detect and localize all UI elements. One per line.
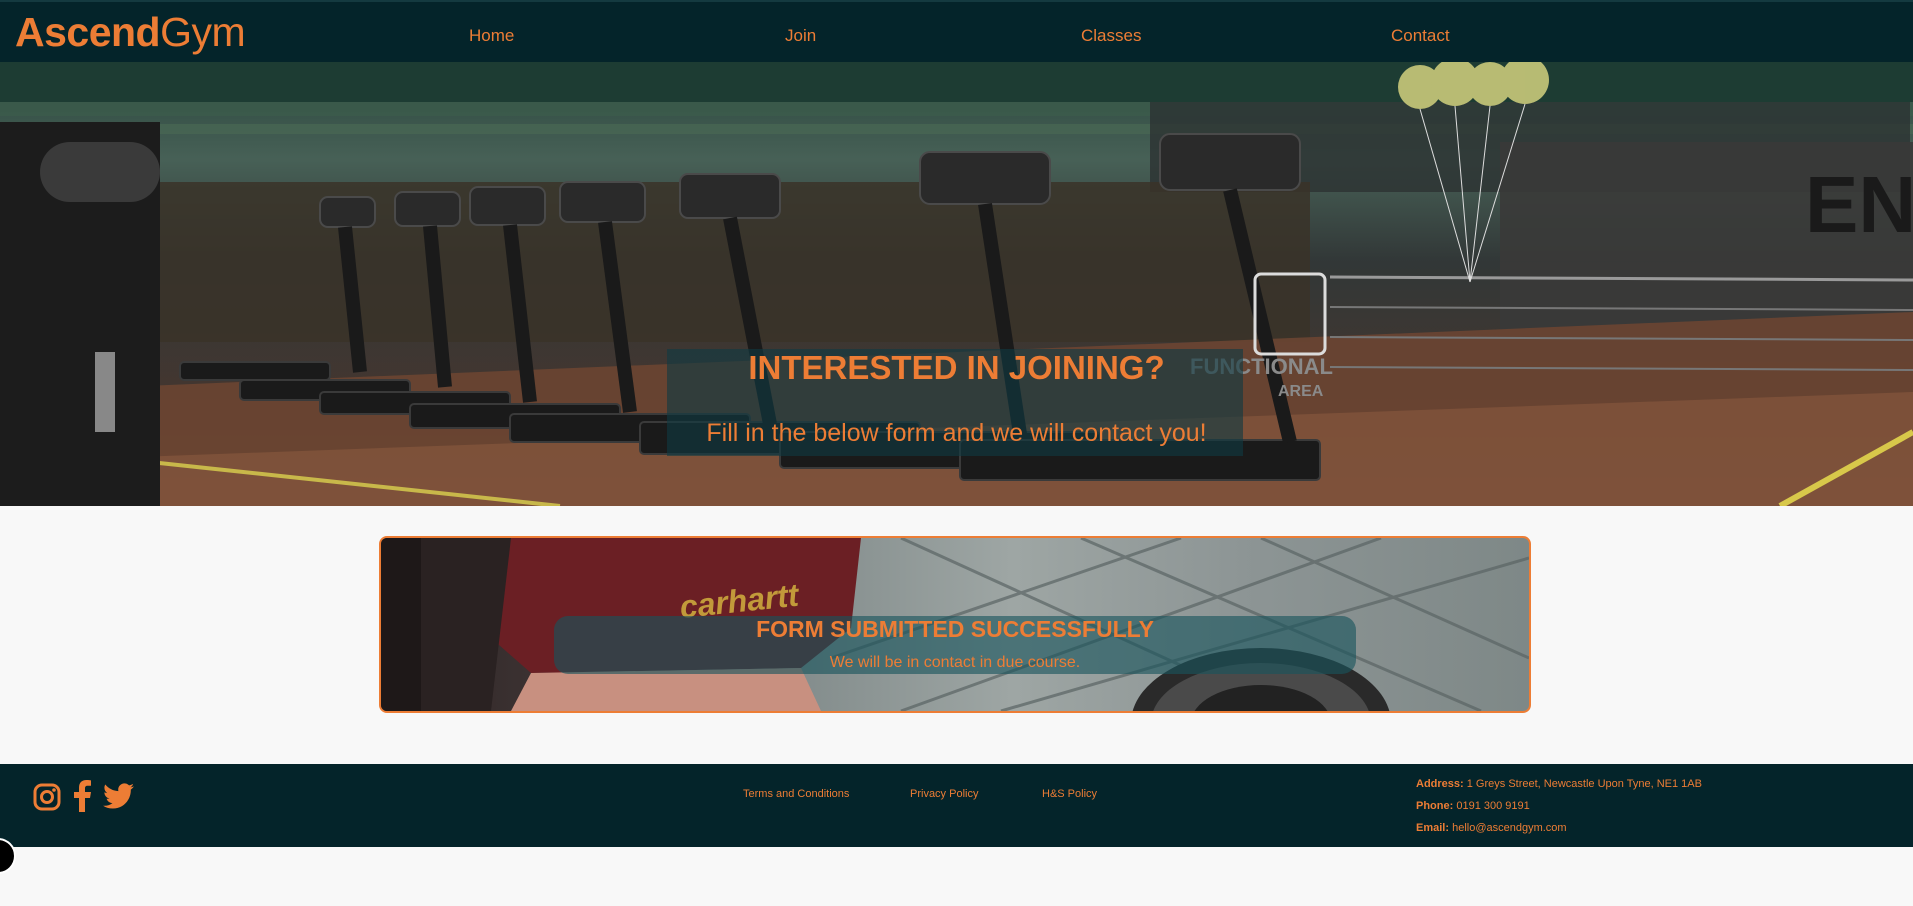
nav-link-classes[interactable]: Classes [1081, 26, 1141, 46]
hero-subtitle: Fill in the below form and we will conta… [706, 419, 1207, 447]
nav-link-contact[interactable]: Contact [1391, 26, 1450, 46]
phone-value[interactable]: 0191 300 9191 [1456, 800, 1529, 812]
footer-link-hs-policy[interactable]: H&S Policy [1042, 787, 1097, 801]
site-logo[interactable]: AscendGym [15, 9, 246, 55]
nav-link-join[interactable]: Join [785, 26, 816, 46]
facebook-icon[interactable] [72, 780, 104, 814]
hero-banner: EN FUNCTIONAL AREA INTERESTED IN JOINING… [0, 62, 1913, 506]
logo-text-bold: Ascend [15, 9, 161, 55]
logo-text-light: Gym [160, 9, 246, 55]
address-value: 1 Greys Street, Newcastle Upon Tyne, NE1… [1466, 778, 1702, 790]
svg-text:EN: EN [1805, 160, 1913, 249]
navbar: AscendGym Home Join Classes Contact [0, 0, 1913, 62]
address-label: Address: [1416, 778, 1464, 790]
success-title: FORM SUBMITTED SUCCESSFULLY [756, 616, 1154, 642]
contact-email: Email: hello@ascendgym.com [1416, 821, 1567, 835]
email-value[interactable]: hello@ascendgym.com [1452, 822, 1567, 834]
instagram-icon[interactable] [33, 780, 65, 814]
nav-link-home[interactable]: Home [469, 26, 514, 46]
email-label: Email: [1416, 822, 1450, 834]
contact-phone: Phone: 0191 300 9191 [1416, 799, 1530, 813]
footer: Terms and Conditions Privacy Policy H&S … [0, 764, 1913, 847]
hero-title: INTERESTED IN JOINING? [748, 349, 1165, 386]
phone-label: Phone: [1416, 800, 1454, 812]
twitter-icon[interactable] [103, 780, 135, 814]
form-success-card: carhartt FORM SUBMITTED SUCCESSFULLY We … [379, 536, 1531, 713]
contact-address: Address: 1 Greys Street, Newcastle Upon … [1416, 777, 1702, 791]
footer-link-terms[interactable]: Terms and Conditions [743, 787, 849, 801]
footer-link-privacy[interactable]: Privacy Policy [910, 787, 978, 801]
success-message: We will be in contact in due course. [829, 654, 1081, 671]
